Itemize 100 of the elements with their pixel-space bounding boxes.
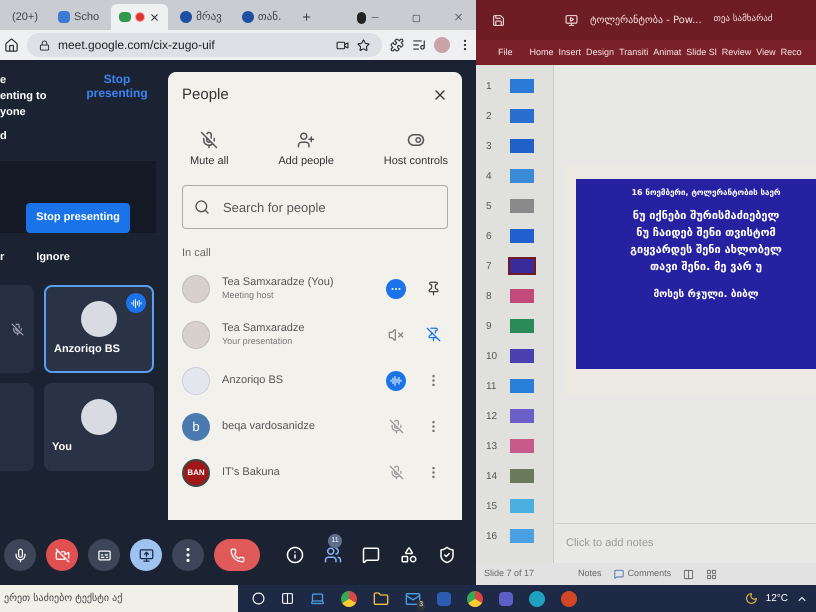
ribbon-tab[interactable]: Slide Sl (686, 46, 717, 60)
activities-icon[interactable] (400, 546, 418, 564)
slide-number: 7 (486, 260, 493, 274)
safety-icon[interactable] (438, 546, 456, 564)
address-bar[interactable]: meet.google.com/cix-zugo-uif (27, 33, 382, 57)
notes-button[interactable]: Notes (578, 567, 602, 581)
participant-name: Tea Samxaradze (222, 322, 306, 334)
ribbon-tab[interactable]: Home (530, 46, 554, 60)
captions-icon (96, 548, 112, 562)
slide-number: 2 (486, 110, 493, 124)
avatar (182, 366, 210, 394)
ribbon-tab[interactable]: File (498, 46, 513, 60)
avatar (81, 398, 117, 435)
panel-action[interactable]: Mute all (190, 130, 229, 169)
search-field[interactable]: Search for people (182, 185, 448, 229)
participant-tile[interactable]: Anzoriqo BS (44, 285, 154, 373)
avatar: b (182, 412, 210, 440)
mic-off-icon (10, 322, 24, 336)
avatar (81, 300, 117, 337)
close-icon[interactable] (149, 12, 160, 22)
camera-icon (119, 12, 132, 22)
people-icon[interactable] (324, 546, 342, 564)
temperature: 12°C (766, 592, 788, 606)
slide-thumbnail[interactable] (508, 257, 536, 275)
verse-line: ნუ ჩაიდებ შენი თვისტომ (636, 225, 776, 241)
search-circle-icon[interactable] (252, 592, 265, 605)
participant-name: Tea Samxaradze (You) (222, 276, 334, 288)
avatar (182, 320, 210, 348)
site-icon (180, 11, 192, 23)
ribbon-tab[interactable]: Design (586, 46, 614, 60)
powerpoint-icon[interactable] (561, 590, 577, 606)
more-icon (186, 548, 190, 562)
chat-icon[interactable] (362, 546, 380, 564)
extensions-icon[interactable] (390, 38, 404, 52)
slideshow-icon[interactable] (565, 14, 578, 26)
ribbon-tab[interactable]: Transiti (619, 46, 648, 60)
teams-icon[interactable] (499, 592, 513, 606)
options-button[interactable] (386, 278, 406, 298)
browser-icon[interactable] (341, 590, 357, 606)
verse-line: გიყვარდეს შენი ახლობელ (630, 242, 782, 258)
slide-number: 8 (486, 290, 493, 304)
presenting-notice: enting to (0, 89, 46, 104)
more-button[interactable] (172, 539, 204, 571)
sorter-view-icon[interactable] (706, 568, 718, 580)
verse-source: მოსეს რჯული. ბიბლ (653, 288, 759, 302)
camera-off-icon (54, 548, 70, 562)
ribbon-tab[interactable]: Insert (558, 46, 582, 60)
browser-tab[interactable] (111, 4, 168, 30)
task-view-icon[interactable] (281, 592, 294, 605)
slide-number: 4 (486, 170, 493, 184)
avatar: BAN (182, 458, 210, 486)
panel-action[interactable]: Add people (278, 130, 334, 169)
laptop-icon[interactable] (310, 591, 325, 606)
taskbar-search[interactable]: ერეთ საძიებო ტექსტი აქ (0, 585, 238, 612)
comment-icon (614, 569, 624, 579)
participant-tile[interactable]: You (44, 383, 154, 471)
slide-number: 11 (486, 380, 498, 394)
stop-presenting-button[interactable]: Stop presenting (26, 202, 130, 232)
browser-icon[interactable] (467, 590, 483, 606)
mic-button[interactable] (4, 539, 36, 571)
participant-name: IT's Bakuna (222, 466, 281, 479)
ribbon-tab[interactable]: View (756, 46, 776, 60)
tile-name: You (52, 440, 72, 455)
present-icon (138, 548, 154, 562)
captions-button[interactable] (88, 539, 120, 571)
presenting-notice: e (0, 73, 8, 88)
present-button[interactable] (130, 539, 162, 571)
ribbon-tab[interactable]: Review (722, 46, 752, 60)
pin-icon[interactable] (426, 281, 440, 296)
mail-icon[interactable] (405, 590, 421, 606)
ignore-button[interactable]: Ignore (36, 248, 70, 265)
speaker-off-icon[interactable] (388, 326, 404, 342)
participant-name: beqa vardosanidze (222, 420, 316, 433)
user-name: თეა სამხარაძ (714, 13, 773, 26)
slide-number: 1 (486, 80, 493, 94)
app-icon (58, 11, 70, 23)
panel-title: People (182, 85, 229, 105)
folder-icon[interactable] (373, 590, 389, 606)
panel-action[interactable]: Host controls (384, 130, 448, 169)
ribbon-tab[interactable]: Animat (653, 46, 682, 60)
section-label: In call (182, 246, 212, 261)
info-icon[interactable] (286, 546, 304, 564)
ribbon-tab[interactable]: Reco (780, 46, 802, 60)
slide-number: 3 (486, 140, 493, 154)
home-icon[interactable] (4, 38, 19, 52)
camera-off-button[interactable] (46, 539, 78, 571)
maximize-icon[interactable] (412, 13, 421, 24)
avatar (182, 274, 210, 302)
unpin-icon[interactable] (426, 327, 440, 342)
slide-number: 16 (486, 530, 498, 544)
window-title: ტოლერანტობა - Pow... (590, 14, 702, 28)
media-icon[interactable] (412, 38, 426, 52)
hang-up-icon (230, 548, 244, 562)
slide-number: 15 (486, 500, 498, 514)
normal-view-icon[interactable] (683, 568, 694, 580)
save-icon[interactable] (492, 14, 505, 26)
hang-up-button[interactable] (214, 539, 260, 571)
comments-button[interactable]: Comments (614, 567, 672, 581)
stop-presenting-link[interactable]: Stop presenting (82, 72, 152, 120)
edge-icon[interactable] (529, 590, 545, 606)
